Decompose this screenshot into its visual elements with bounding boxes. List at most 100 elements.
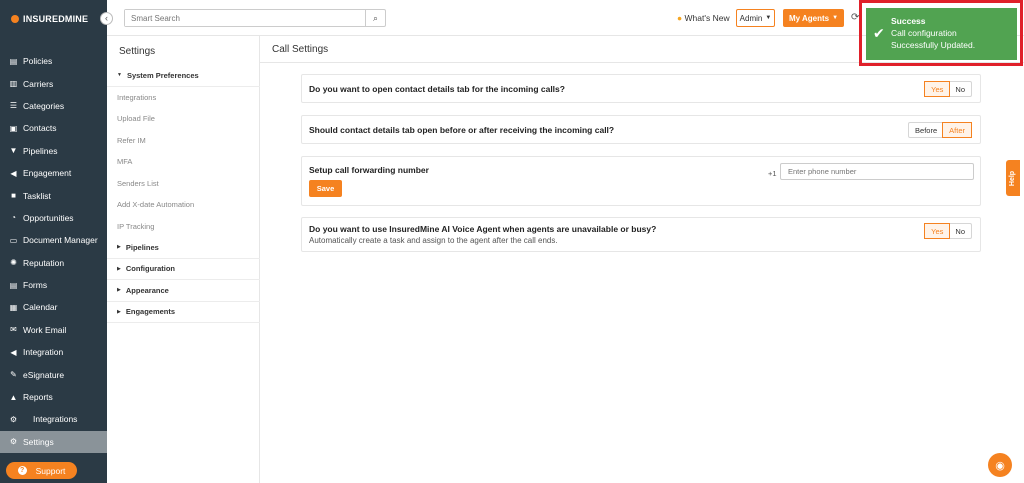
settings-menu-appearance[interactable]: ▶ Appearance <box>107 280 260 302</box>
sidebar-item-reports[interactable]: ▲ Reports <box>0 386 107 408</box>
sidebar-item-label: Contacts <box>23 123 57 134</box>
caret-right-icon: ▶ <box>117 265 121 272</box>
sidebar-item-label: eSignature <box>23 369 65 380</box>
sidebar-item-reputation[interactable]: ✺ Reputation <box>0 252 107 274</box>
admin-dropdown[interactable]: Admin ▼ <box>736 9 775 27</box>
option-yes[interactable]: Yes <box>924 81 951 97</box>
sidebar-item-esignature[interactable]: ✎ eSignature <box>0 363 107 385</box>
sidebar-nav: ▤ Policies ▥ Carriers ☰ Categories ▣ Contacts ▼ P… <box>0 50 107 454</box>
settings-menu-upload-file[interactable]: Upload File <box>107 108 260 130</box>
search-button[interactable]: ⌕ <box>365 10 385 26</box>
option-no[interactable]: No <box>949 224 971 238</box>
integration-icon: ◀ <box>10 347 17 357</box>
sidebar-item-integration[interactable]: ◀ Integration <box>0 341 107 363</box>
success-toast[interactable]: ✔ Success Call configuration Successfull… <box>866 8 1017 60</box>
sidebar: INSUREDMINE ▤ Policies ▥ Carriers ☰ Categorie… <box>0 0 107 483</box>
esignature-icon: ✎ <box>10 370 17 380</box>
sidebar-item-categories[interactable]: ☰ Categories <box>0 95 107 117</box>
settings-menu-pipelines[interactable]: ▶ Pipelines <box>107 237 260 259</box>
admin-label: Admin <box>739 13 763 23</box>
settings-menu-engagements[interactable]: ▶ Engagements <box>107 302 260 323</box>
yes-no-toggle: Yes No <box>924 223 972 239</box>
sidebar-item-label: Policies <box>23 56 53 67</box>
whats-new-label: What's New <box>684 13 730 23</box>
settings-menu-system-preferences[interactable]: ▼ System Preferences <box>107 65 260 87</box>
sidebar-item-label: Reports <box>23 392 53 403</box>
opportunities-icon: ◔ <box>11 213 16 223</box>
sidebar-item-label: Settings <box>23 436 54 447</box>
forms-icon: ▤ <box>9 280 18 290</box>
whats-new-link[interactable]: ● What's New <box>677 13 730 23</box>
question-label: Should contact details tab open before o… <box>309 125 615 135</box>
option-after[interactable]: After <box>942 122 972 138</box>
option-no[interactable]: No <box>949 82 971 96</box>
sidebar-item-label: Work Email <box>23 324 67 335</box>
collapse-sidebar-button[interactable]: ‹ <box>100 12 113 25</box>
calendar-icon: ▦ <box>9 302 18 312</box>
option-yes[interactable]: Yes <box>924 223 951 239</box>
contacts-icon: ▣ <box>9 123 18 133</box>
sidebar-item-policies[interactable]: ▤ Policies <box>0 50 107 72</box>
settings-menu-label: MFA <box>117 157 133 167</box>
settings-menu-configuration[interactable]: ▶ Configuration <box>107 259 260 280</box>
my-agents-button[interactable]: My Agents ▼ <box>783 9 844 27</box>
sidebar-item-tasklist[interactable]: ■ Tasklist <box>0 184 107 206</box>
sidebar-item-label: Document Manager <box>23 235 98 246</box>
policies-icon: ▤ <box>9 56 18 66</box>
support-label: Support <box>35 465 66 476</box>
sidebar-item-label: Calendar <box>23 302 58 313</box>
settings-menu-label: System Preferences <box>126 70 199 80</box>
phone-number-input[interactable] <box>780 163 974 180</box>
caret-right-icon: ▶ <box>117 244 121 251</box>
settings-menu-integrations[interactable]: Integrations <box>107 87 260 109</box>
sidebar-item-label: Integrations <box>33 414 78 425</box>
chevron-left-icon: ‹ <box>105 13 108 23</box>
settings-title: Settings <box>119 46 156 57</box>
search-input[interactable] <box>125 10 365 26</box>
carriers-icon: ▥ <box>9 79 18 89</box>
brand-logo[interactable]: INSUREDMINE <box>0 0 107 38</box>
yes-no-toggle: Yes No <box>924 81 972 97</box>
sidebar-item-label: Tasklist <box>23 190 51 201</box>
support-button[interactable]: ? Support <box>6 462 77 479</box>
save-button[interactable]: Save <box>309 180 342 197</box>
sidebar-item-pipelines[interactable]: ▼ Pipelines <box>0 140 107 162</box>
sidebar-item-label: Engagement <box>23 168 72 179</box>
sidebar-item-forms[interactable]: ▤ Forms <box>0 274 107 296</box>
sidebar-item-integrations[interactable]: ⚙ Integrations <box>0 408 107 430</box>
sidebar-item-work-email[interactable]: ✉ Work Email <box>0 319 107 341</box>
toast-message-line2: Successfully Updated. <box>891 40 976 50</box>
sidebar-item-carriers[interactable]: ▥ Carriers <box>0 72 107 94</box>
settings-menu-add-x-date-automation[interactable]: Add X-date Automation <box>107 194 260 216</box>
chat-icon: ◉ <box>995 459 1005 472</box>
settings-panel: Settings ▼ System Preferences Integrations… <box>107 36 260 483</box>
sidebar-item-label: Reputation <box>23 257 65 268</box>
help-tab[interactable]: Help <box>1006 160 1020 196</box>
settings-menu-senders-list[interactable]: Senders List <box>107 173 260 195</box>
settings-menu-label: Refer IM <box>117 135 146 145</box>
settings-menu-label: Add X-date Automation <box>117 200 195 210</box>
smart-search: ⌕ <box>124 9 386 27</box>
brand-name: INSUREDMINE <box>23 14 89 24</box>
pipelines-icon: ▼ <box>9 146 18 156</box>
settings-menu-mfa[interactable]: MFA <box>107 151 260 173</box>
folder-icon: ▭ <box>9 235 18 245</box>
sidebar-item-calendar[interactable]: ▦ Calendar <box>0 296 107 318</box>
search-icon: ⌕ <box>372 12 379 23</box>
chat-launcher-button[interactable]: ◉ <box>988 453 1012 477</box>
sidebar-item-engagement[interactable]: ◀ Engagement <box>0 162 107 184</box>
sidebar-item-contacts[interactable]: ▣ Contacts <box>0 117 107 139</box>
settings-menu-refer-im[interactable]: Refer IM <box>107 130 260 152</box>
sidebar-item-label: Carriers <box>23 78 54 89</box>
before-after-card: Should contact details tab open before o… <box>301 115 981 144</box>
sidebar-item-label: Integration <box>23 347 64 358</box>
ai-voice-agent-card: Do you want to use InsuredMine AI Voice … <box>301 217 981 252</box>
toast-message-line1: Call configuration <box>891 28 957 38</box>
question-label: Setup call forwarding number <box>309 165 429 175</box>
option-before[interactable]: Before <box>909 123 943 137</box>
sidebar-item-opportunities[interactable]: ◔ Opportunities <box>0 207 107 229</box>
sidebar-item-document-manager[interactable]: ▭ Document Manager <box>0 229 107 251</box>
call-forwarding-card: Setup call forwarding number +1 Save <box>301 156 981 206</box>
sidebar-item-settings[interactable]: ⚙ Settings <box>0 430 107 454</box>
settings-menu-ip-tracking[interactable]: IP Tracking <box>107 216 260 238</box>
